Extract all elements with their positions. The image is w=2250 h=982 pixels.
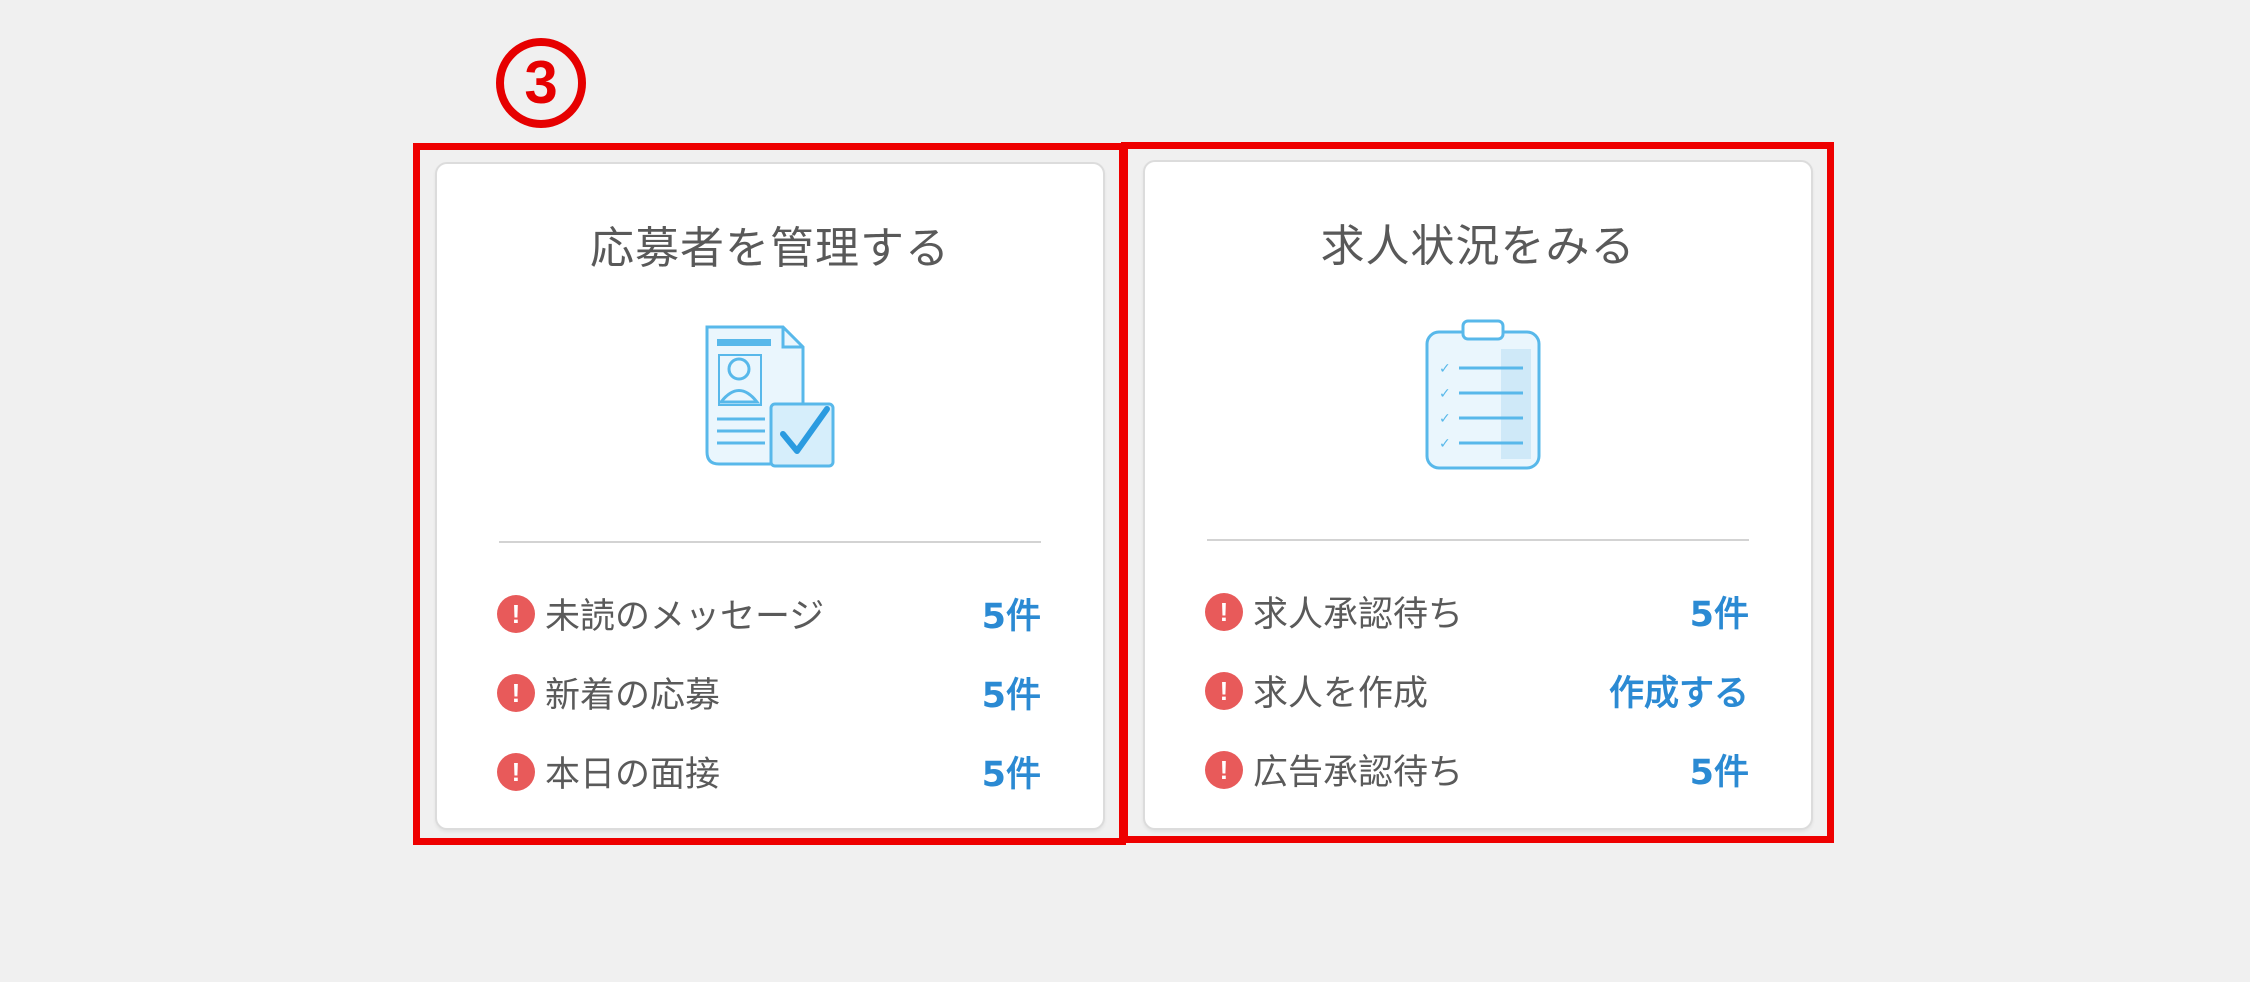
list-item-new-applications[interactable]: ! 新着の応募 5件	[497, 653, 1041, 732]
applicant-document-check-icon	[705, 325, 835, 468]
status-list: ! 未読のメッセージ 5件 ! 新着の応募 5件 ! 本日の面接 5件	[497, 574, 1041, 811]
job-status-card[interactable]: 求人状況をみる ✓ ✓ ✓ ✓ ! 求人承認待ち 5件 ! 求人を作成 作成する	[1143, 160, 1813, 830]
alert-icon: !	[1205, 750, 1243, 789]
svg-text:✓: ✓	[1439, 361, 1451, 377]
row-count-link[interactable]: 5件	[982, 588, 1041, 639]
row-label: 未読のメッセージ	[545, 597, 825, 637]
card-divider	[1207, 539, 1749, 541]
card-divider	[499, 541, 1041, 543]
alert-icon: !	[1205, 592, 1243, 631]
row-count-link[interactable]: 5件	[982, 667, 1041, 718]
row-label: 新着の応募	[545, 676, 721, 716]
list-item-todays-interviews[interactable]: ! 本日の面接 5件	[497, 732, 1041, 811]
list-item-unread-messages[interactable]: ! 未読のメッセージ 5件	[497, 574, 1041, 653]
alert-icon: !	[1205, 671, 1243, 710]
list-item-create-job[interactable]: ! 求人を作成 作成する	[1205, 651, 1749, 730]
applicant-management-card[interactable]: 応募者を管理する ! 未読のメッセージ 5件 ! 新着の応募 5件 ! 本日の面…	[435, 162, 1105, 830]
create-job-link[interactable]: 作成する	[1609, 665, 1749, 716]
card-title[interactable]: 求人状況をみる	[1145, 210, 1811, 274]
status-list: ! 求人承認待ち 5件 ! 求人を作成 作成する ! 広告承認待ち 5件	[1205, 572, 1749, 809]
row-label: 求人を作成	[1253, 674, 1429, 714]
list-item-job-approval-pending[interactable]: ! 求人承認待ち 5件	[1205, 572, 1749, 651]
step-number-marker: 3	[496, 38, 586, 128]
row-count-link[interactable]: 5件	[1690, 586, 1749, 637]
row-label: 本日の面接	[545, 755, 721, 795]
alert-icon: !	[497, 673, 535, 712]
list-item-ad-approval-pending[interactable]: ! 広告承認待ち 5件	[1205, 730, 1749, 809]
alert-icon: !	[497, 752, 535, 791]
row-count-link[interactable]: 5件	[1690, 744, 1749, 795]
row-label: 広告承認待ち	[1253, 753, 1464, 793]
alert-icon: !	[497, 594, 535, 633]
clipboard-checklist-icon: ✓ ✓ ✓ ✓	[1425, 319, 1541, 470]
svg-text:✓: ✓	[1439, 436, 1451, 452]
svg-text:✓: ✓	[1439, 411, 1451, 427]
row-count-link[interactable]: 5件	[982, 746, 1041, 797]
svg-text:✓: ✓	[1439, 386, 1451, 402]
row-label: 求人承認待ち	[1253, 595, 1464, 635]
card-title[interactable]: 応募者を管理する	[437, 212, 1103, 276]
